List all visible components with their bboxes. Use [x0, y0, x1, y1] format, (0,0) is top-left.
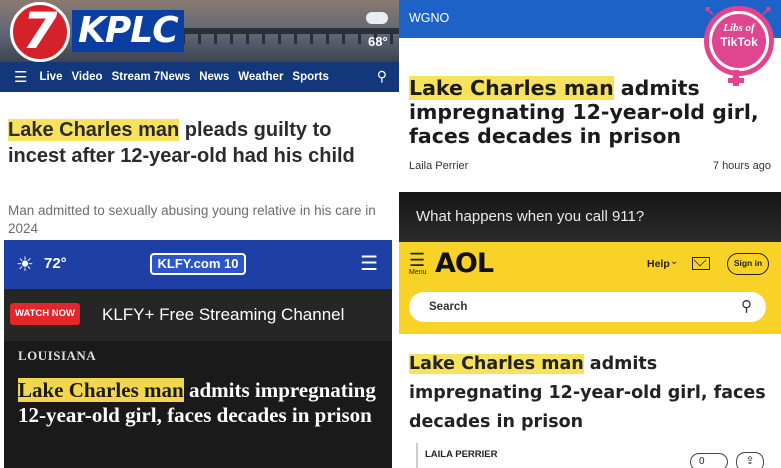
comment-count: 0: [699, 456, 705, 467]
klfy-logo[interactable]: KLFY.com 10: [150, 253, 246, 275]
video-ad-strip[interactable]: What happens when you call 911?: [399, 192, 781, 242]
mars-arrow-icon: ↗: [761, 3, 772, 18]
headline-highlight: Lake Charles man: [409, 76, 614, 100]
video-caption: What happens when you call 911?: [416, 208, 645, 225]
search-placeholder: Search: [429, 301, 468, 313]
sun-icon: ☀: [16, 254, 34, 276]
klfy-header: ☀ 72° KLFY.com 10 ☰: [4, 240, 392, 289]
wgno-station-label[interactable]: WGNO: [409, 11, 449, 25]
publish-time: 7 hours ago: [712, 160, 771, 172]
search-icon[interactable]: ⚲: [741, 297, 752, 315]
author-rule: [416, 443, 418, 468]
nav-item-video[interactable]: Video: [71, 71, 102, 83]
stream-channel-label[interactable]: KLFY+ Free Streaming Channel: [102, 305, 344, 325]
kplc-logo-number: 7: [22, 2, 58, 60]
sign-in-button[interactable]: Sign in: [727, 253, 769, 275]
menu-icon[interactable]: ☰: [409, 250, 425, 271]
mail-icon[interactable]: [692, 257, 710, 270]
author-name[interactable]: Laila Perrier: [409, 160, 468, 172]
headline-highlight: Lake Charles man: [409, 354, 584, 374]
bridge-pillars-graphic: [150, 34, 399, 44]
kplc-temperature: 68°: [368, 34, 388, 49]
nav-item-live[interactable]: Live: [39, 71, 62, 83]
section-label[interactable]: LOUISIANA: [18, 348, 96, 364]
chevron-down-icon[interactable]: ⌄: [670, 256, 678, 267]
divider: [392, 240, 399, 468]
menu-icon[interactable]: ☰: [14, 68, 27, 86]
kplc-article-screenshot: 7 KPLC 68° ☰ Live Video Stream 7News New…: [0, 0, 399, 240]
watch-now-badge[interactable]: WATCH NOW: [10, 303, 80, 325]
badge-line-1: Libs of: [723, 22, 755, 34]
comments-button[interactable]: 0: [690, 453, 728, 468]
aol-article-screenshot: ☰ Menu AOL Help ⌄ Sign in Search ⚲ Lake …: [399, 242, 781, 468]
headline-highlight: Lake Charles man: [8, 119, 180, 141]
headline-highlight: Lake Charles man: [18, 378, 184, 402]
kplc-subhead: Man admitted to sexually abusing young r…: [8, 203, 376, 236]
kplc-headline: Lake Charles man pleads guilty to incest…: [8, 117, 393, 169]
badge-line-2: TikTok: [720, 35, 758, 49]
nav-item-stream[interactable]: Stream 7News: [112, 71, 191, 83]
aol-logo[interactable]: AOL: [435, 248, 494, 279]
author-name[interactable]: LAILA PERRIER: [425, 449, 497, 460]
venus-symbol-crossbar: [728, 78, 744, 83]
search-input[interactable]: Search ⚲: [409, 292, 766, 322]
klfy-article-screenshot: ☀ 72° KLFY.com 10 ☰ WATCH NOW KLFY+ Free…: [4, 240, 392, 468]
libs-of-tiktok-logo-text: Libs of TikTok: [712, 14, 766, 68]
cloud-icon: [366, 12, 388, 24]
search-icon[interactable]: ⚲: [377, 68, 387, 85]
mars-arrow-icon: ↖: [704, 3, 715, 18]
nav-item-news[interactable]: News: [199, 71, 229, 83]
klfy-temperature: 72°: [44, 255, 67, 272]
help-menu[interactable]: Help: [647, 258, 670, 270]
kplc-nav-bar: ☰ Live Video Stream 7News News Weather S…: [0, 62, 399, 92]
kplc-logo-text[interactable]: KPLC: [72, 10, 184, 52]
share-icon[interactable]: ⇪: [736, 452, 764, 468]
nav-item-weather[interactable]: Weather: [238, 71, 283, 83]
klfy-stream-bar[interactable]: WATCH NOW KLFY+ Free Streaming Channel: [4, 289, 392, 341]
menu-label[interactable]: Menu: [409, 269, 427, 276]
aol-header: ☰ Menu AOL Help ⌄ Sign in Search ⚲: [399, 242, 781, 334]
wgno-headline: Lake Charles man admits impregnating 12-…: [409, 76, 769, 148]
menu-icon[interactable]: ☰: [360, 251, 378, 276]
klfy-headline: Lake Charles man admits impregnating 12-…: [18, 378, 388, 428]
aol-headline: Lake Charles man admits impregnating 12-…: [409, 350, 769, 437]
nav-item-sports[interactable]: Sports: [292, 71, 328, 83]
